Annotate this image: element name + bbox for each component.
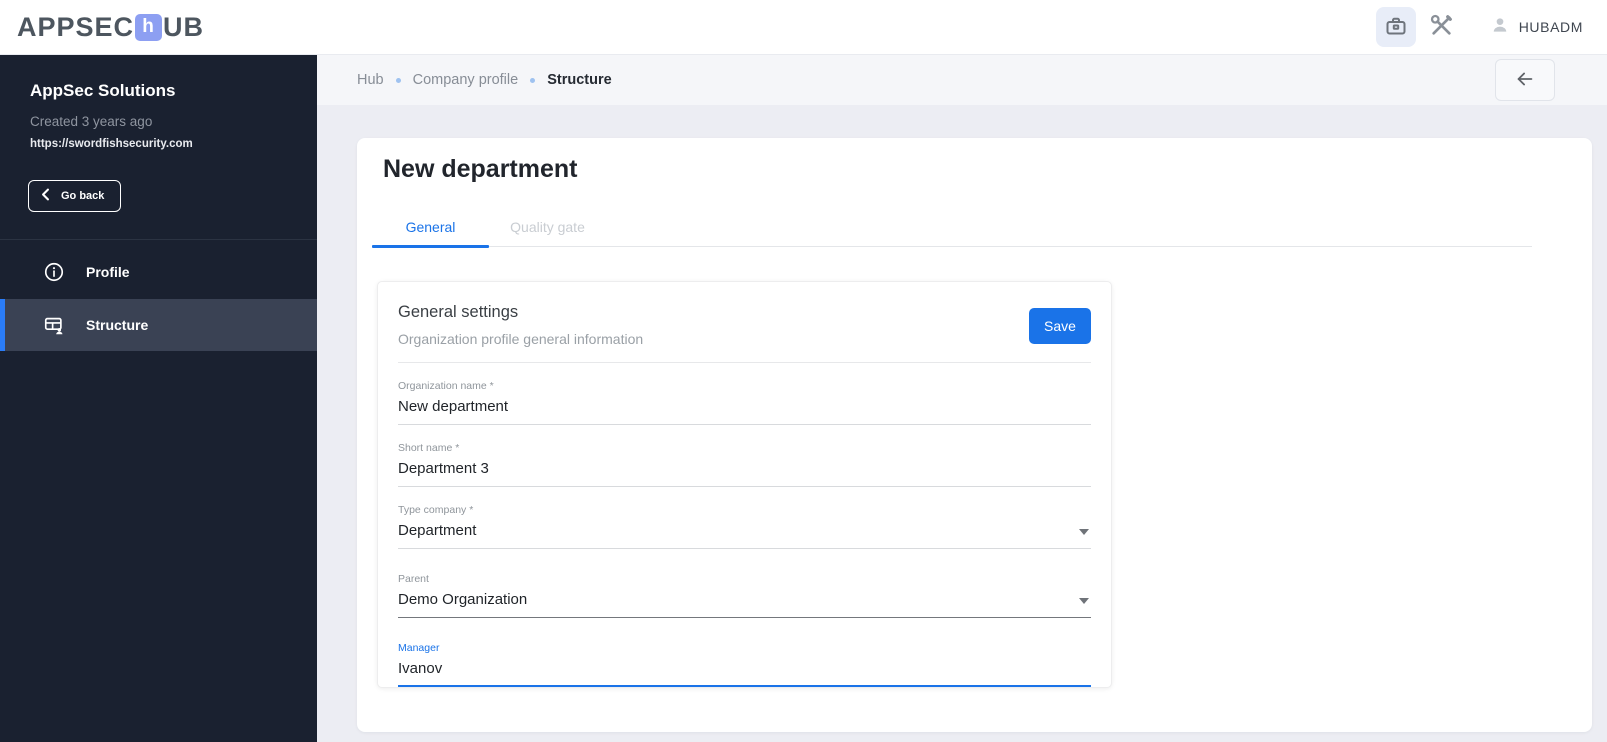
admin-tools-button[interactable] — [1424, 9, 1460, 45]
back-button[interactable] — [1495, 59, 1555, 101]
short-name-field: Short name * Department 3 — [398, 442, 1091, 487]
page-title: New department — [383, 155, 578, 183]
breadcrumb-structure: Structure — [547, 72, 612, 88]
go-back-button[interactable]: Go back — [28, 180, 122, 212]
tools-icon — [1429, 13, 1454, 41]
breadcrumb-separator-dot — [530, 77, 536, 83]
breadcrumb-hub[interactable]: Hub — [357, 72, 384, 88]
user-avatar-icon — [1490, 15, 1510, 40]
manager-label: Manager — [398, 642, 440, 654]
logo-text-prefix: APPSEC — [17, 11, 135, 42]
briefcase-button[interactable] — [1375, 7, 1416, 47]
card-title: General settings — [398, 303, 519, 321]
sidebar-item-profile[interactable]: Profile — [0, 247, 317, 296]
user-menu[interactable]: HUBADM — [1490, 15, 1583, 40]
chevron-down-icon[interactable] — [1079, 598, 1089, 604]
breadcrumb-company-profile[interactable]: Company profile — [413, 72, 519, 88]
tab-quality-gate[interactable]: Quality gate — [489, 208, 606, 246]
parent-select[interactable]: Demo Organization — [398, 591, 1091, 618]
parent-label: Parent — [398, 573, 429, 585]
sidebar: AppSec Solutions Created 3 years ago htt… — [0, 55, 317, 742]
tab-bar: General Quality gate — [372, 208, 1532, 248]
sidebar-item-structure[interactable]: Structure — [0, 299, 317, 351]
sidebar-menu: Profile Structure — [0, 240, 317, 351]
organization-name-label: Organization name * — [398, 380, 494, 392]
general-settings-card: General settings Organization profile ge… — [377, 281, 1112, 688]
info-icon — [43, 261, 65, 283]
card-subtitle: Organization profile general information — [398, 331, 644, 347]
chevron-left-icon — [41, 188, 50, 204]
short-name-input[interactable]: Department 3 — [398, 460, 1091, 487]
organization-name-input[interactable]: New department — [398, 398, 1091, 425]
briefcase-icon — [1384, 14, 1408, 41]
sidebar-item-label: Profile — [86, 263, 130, 280]
organization-name-field: Organization name * New department — [398, 380, 1091, 425]
manager-field: Manager Ivanov — [398, 642, 1091, 687]
top-header: APPSEC h UB HUBADM — [0, 0, 1607, 55]
logo-text-suffix: UB — [163, 11, 205, 42]
sidebar-org-summary: AppSec Solutions Created 3 years ago htt… — [0, 55, 317, 150]
type-company-select[interactable]: Department — [398, 522, 1091, 549]
org-name: AppSec Solutions — [30, 81, 176, 100]
save-button[interactable]: Save — [1029, 308, 1091, 344]
sidebar-item-label: Structure — [86, 317, 149, 333]
org-url: https://swordfishsecurity.com — [30, 138, 193, 150]
org-structure-icon — [43, 314, 65, 337]
type-company-label: Type company * — [398, 504, 474, 516]
header-actions: HUBADM — [1375, 7, 1583, 47]
username-label: HUBADM — [1518, 19, 1583, 35]
chevron-down-icon[interactable] — [1079, 529, 1089, 535]
breadcrumb-separator-dot — [395, 77, 401, 83]
main-panel: New department General Quality gate Gene… — [357, 138, 1592, 732]
card-divider — [398, 362, 1091, 363]
app-logo: APPSEC h UB — [17, 12, 204, 43]
type-company-field: Type company * Department — [398, 504, 1091, 549]
logo-icon-letter: h — [142, 16, 155, 37]
manager-input[interactable]: Ivanov — [398, 660, 1091, 687]
breadcrumb: Hub Company profile Structure — [317, 55, 1607, 105]
go-back-label: Go back — [61, 190, 105, 202]
parent-field: Parent Demo Organization — [398, 573, 1091, 618]
logo-h-icon: h — [135, 13, 163, 41]
short-name-label: Short name * — [398, 442, 460, 454]
arrow-left-icon — [1514, 68, 1536, 93]
org-created-label: Created 3 years ago — [30, 114, 153, 129]
tab-general[interactable]: General — [372, 208, 489, 248]
